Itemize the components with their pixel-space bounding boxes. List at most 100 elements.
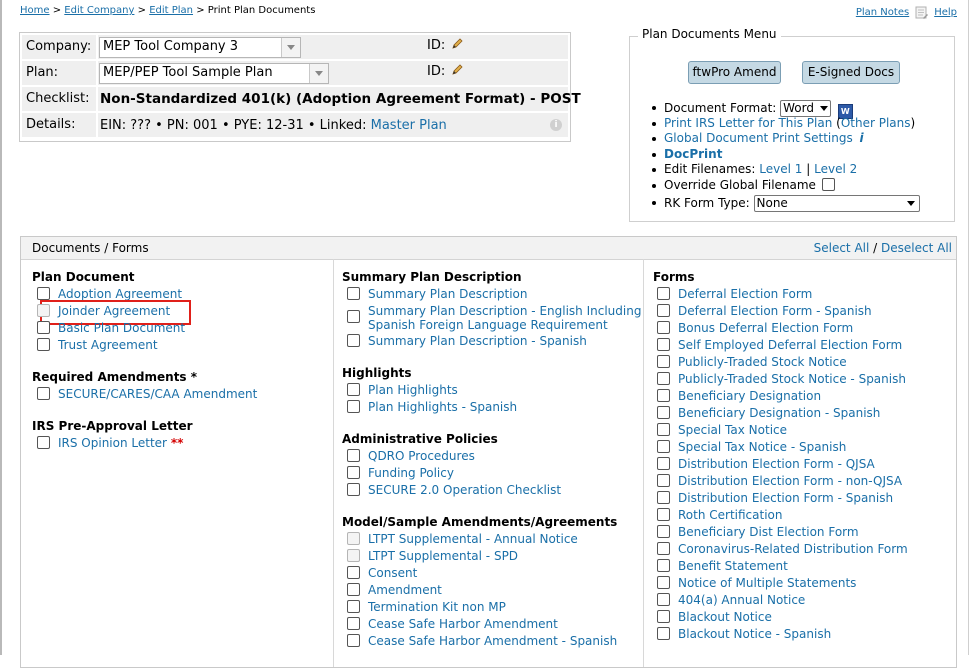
irs-opinion-letter-checkbox[interactable] bbox=[37, 436, 50, 449]
form-link[interactable]: Deferral Election Form - Spanish bbox=[678, 304, 872, 318]
form-checkbox[interactable] bbox=[657, 440, 670, 453]
form-checkbox[interactable] bbox=[657, 423, 670, 436]
form-checkbox[interactable] bbox=[657, 542, 670, 555]
form-link[interactable]: Roth Certification bbox=[678, 508, 783, 522]
form-checkbox[interactable] bbox=[657, 355, 670, 368]
cease-safe-harbor-spanish-link[interactable]: Cease Safe Harbor Amendment - Spanish bbox=[368, 634, 617, 648]
form-link[interactable]: Special Tax Notice - Spanish bbox=[678, 440, 846, 454]
joinder-agreement-link[interactable]: Joinder Agreement bbox=[58, 304, 170, 318]
form-link[interactable]: Deferral Election Form bbox=[678, 287, 812, 301]
ltpt-spd-checkbox[interactable] bbox=[347, 549, 360, 562]
docprint-link[interactable]: DocPrint bbox=[664, 147, 722, 161]
form-link[interactable]: Publicly-Traded Stock Notice bbox=[678, 355, 847, 369]
secure-cares-caa-link[interactable]: SECURE/CARES/CAA Amendment bbox=[58, 387, 257, 401]
form-checkbox[interactable] bbox=[657, 287, 670, 300]
form-link[interactable]: Benefit Statement bbox=[678, 559, 788, 573]
secure2-checklist-checkbox[interactable] bbox=[347, 483, 360, 496]
plan-highlights-link[interactable]: Plan Highlights bbox=[368, 383, 458, 397]
ltpt-annual-link[interactable]: LTPT Supplemental - Annual Notice bbox=[368, 532, 578, 546]
secure-cares-caa-checkbox[interactable] bbox=[37, 387, 50, 400]
form-checkbox[interactable] bbox=[657, 457, 670, 470]
cease-safe-harbor-link[interactable]: Cease Safe Harbor Amendment bbox=[368, 617, 558, 631]
amendment-link[interactable]: Amendment bbox=[368, 583, 442, 597]
form-link[interactable]: Coronavirus-Related Distribution Form bbox=[678, 542, 908, 556]
irs-opinion-letter-link[interactable]: IRS Opinion Letter bbox=[58, 436, 167, 450]
form-checkbox[interactable] bbox=[657, 304, 670, 317]
amendment-checkbox[interactable] bbox=[347, 583, 360, 596]
trust-agreement-link[interactable]: Trust Agreement bbox=[58, 338, 158, 352]
form-link[interactable]: Special Tax Notice bbox=[678, 423, 787, 437]
form-checkbox[interactable] bbox=[657, 559, 670, 572]
cease-safe-harbor-checkbox[interactable] bbox=[347, 617, 360, 630]
level-2-link[interactable]: Level 2 bbox=[814, 162, 857, 176]
override-filename-checkbox[interactable] bbox=[821, 177, 835, 191]
esigned-docs-button[interactable]: E-Signed Docs bbox=[802, 61, 900, 84]
qdro-link[interactable]: QDRO Procedures bbox=[368, 449, 475, 463]
form-checkbox[interactable] bbox=[657, 576, 670, 589]
ltpt-spd-link[interactable]: LTPT Supplemental - SPD bbox=[368, 549, 518, 563]
form-link[interactable]: Beneficiary Designation bbox=[678, 389, 821, 403]
ltpt-annual-checkbox[interactable] bbox=[347, 532, 360, 545]
plan-combobox[interactable]: MEP/PEP Tool Sample Plan bbox=[99, 63, 329, 84]
spd-english-spanish-link[interactable]: Summary Plan Description - English Inclu… bbox=[368, 304, 641, 332]
form-checkbox[interactable] bbox=[657, 525, 670, 538]
form-link[interactable]: Beneficiary Designation - Spanish bbox=[678, 406, 880, 420]
form-checkbox[interactable] bbox=[657, 508, 670, 521]
master-plan-link[interactable]: Master Plan bbox=[371, 118, 447, 133]
adoption-agreement-checkbox[interactable] bbox=[37, 287, 50, 300]
consent-link[interactable]: Consent bbox=[368, 566, 417, 580]
help-link[interactable]: Help bbox=[934, 7, 957, 18]
basic-plan-document-link[interactable]: Basic Plan Document bbox=[58, 321, 185, 335]
joinder-agreement-checkbox[interactable] bbox=[37, 304, 50, 317]
pencil-icon[interactable] bbox=[451, 38, 463, 50]
global-document-print-settings-link[interactable]: Global Document Print Settings bbox=[664, 131, 853, 145]
chevron-down-icon[interactable] bbox=[309, 64, 328, 83]
form-link[interactable]: Distribution Election Form - QJSA bbox=[678, 457, 875, 471]
plan-notes-link[interactable]: Plan Notes bbox=[856, 7, 909, 18]
spd-spanish-link[interactable]: Summary Plan Description - Spanish bbox=[368, 334, 587, 348]
pencil-icon[interactable] bbox=[451, 64, 463, 76]
form-checkbox[interactable] bbox=[657, 491, 670, 504]
qdro-checkbox[interactable] bbox=[347, 449, 360, 462]
plan-highlights-spanish-checkbox[interactable] bbox=[347, 400, 360, 413]
form-link[interactable]: Bonus Deferral Election Form bbox=[678, 321, 853, 335]
form-checkbox[interactable] bbox=[657, 474, 670, 487]
termination-kit-link[interactable]: Termination Kit non MP bbox=[368, 600, 506, 614]
trust-agreement-checkbox[interactable] bbox=[37, 338, 50, 351]
form-link[interactable]: 404(a) Annual Notice bbox=[678, 593, 805, 607]
funding-policy-link[interactable]: Funding Policy bbox=[368, 466, 454, 480]
form-checkbox[interactable] bbox=[657, 406, 670, 419]
spd-checkbox[interactable] bbox=[347, 287, 360, 300]
breadcrumb-edit-plan-link[interactable]: Edit Plan bbox=[149, 5, 193, 16]
select-all-link[interactable]: Select All bbox=[814, 241, 870, 255]
form-checkbox[interactable] bbox=[657, 610, 670, 623]
other-plans-link[interactable]: Other Plans bbox=[841, 116, 911, 130]
spd-english-spanish-checkbox[interactable] bbox=[347, 310, 360, 323]
form-link[interactable]: Blackout Notice bbox=[678, 610, 772, 624]
termination-kit-checkbox[interactable] bbox=[347, 600, 360, 613]
cease-safe-harbor-spanish-checkbox[interactable] bbox=[347, 634, 360, 647]
company-combobox[interactable]: MEP Tool Company 3 bbox=[99, 37, 301, 58]
plan-highlights-checkbox[interactable] bbox=[347, 383, 360, 396]
document-format-select[interactable]: Word bbox=[780, 100, 831, 117]
form-link[interactable]: Publicly-Traded Stock Notice - Spanish bbox=[678, 372, 906, 386]
print-irs-letter-link[interactable]: Print IRS Letter for This Plan bbox=[664, 116, 832, 130]
form-checkbox[interactable] bbox=[657, 389, 670, 402]
ftwpro-amend-button[interactable]: ftwPro Amend bbox=[688, 61, 781, 84]
chevron-down-icon[interactable] bbox=[281, 38, 300, 57]
deselect-all-link[interactable]: Deselect All bbox=[881, 241, 952, 255]
form-link[interactable]: Blackout Notice - Spanish bbox=[678, 627, 831, 641]
adoption-agreement-link[interactable]: Adoption Agreement bbox=[58, 287, 182, 301]
info-icon[interactable]: i bbox=[550, 119, 562, 131]
level-1-link[interactable]: Level 1 bbox=[759, 162, 802, 176]
spd-spanish-checkbox[interactable] bbox=[347, 334, 360, 347]
funding-policy-checkbox[interactable] bbox=[347, 466, 360, 479]
secure2-checklist-link[interactable]: SECURE 2.0 Operation Checklist bbox=[368, 483, 561, 497]
spd-link[interactable]: Summary Plan Description bbox=[368, 287, 528, 301]
breadcrumb-home-link[interactable]: Home bbox=[20, 5, 50, 16]
form-checkbox[interactable] bbox=[657, 593, 670, 606]
form-link[interactable]: Distribution Election Form - Spanish bbox=[678, 491, 893, 505]
form-checkbox[interactable] bbox=[657, 321, 670, 334]
breadcrumb-edit-company-link[interactable]: Edit Company bbox=[64, 5, 134, 16]
form-checkbox[interactable] bbox=[657, 627, 670, 640]
